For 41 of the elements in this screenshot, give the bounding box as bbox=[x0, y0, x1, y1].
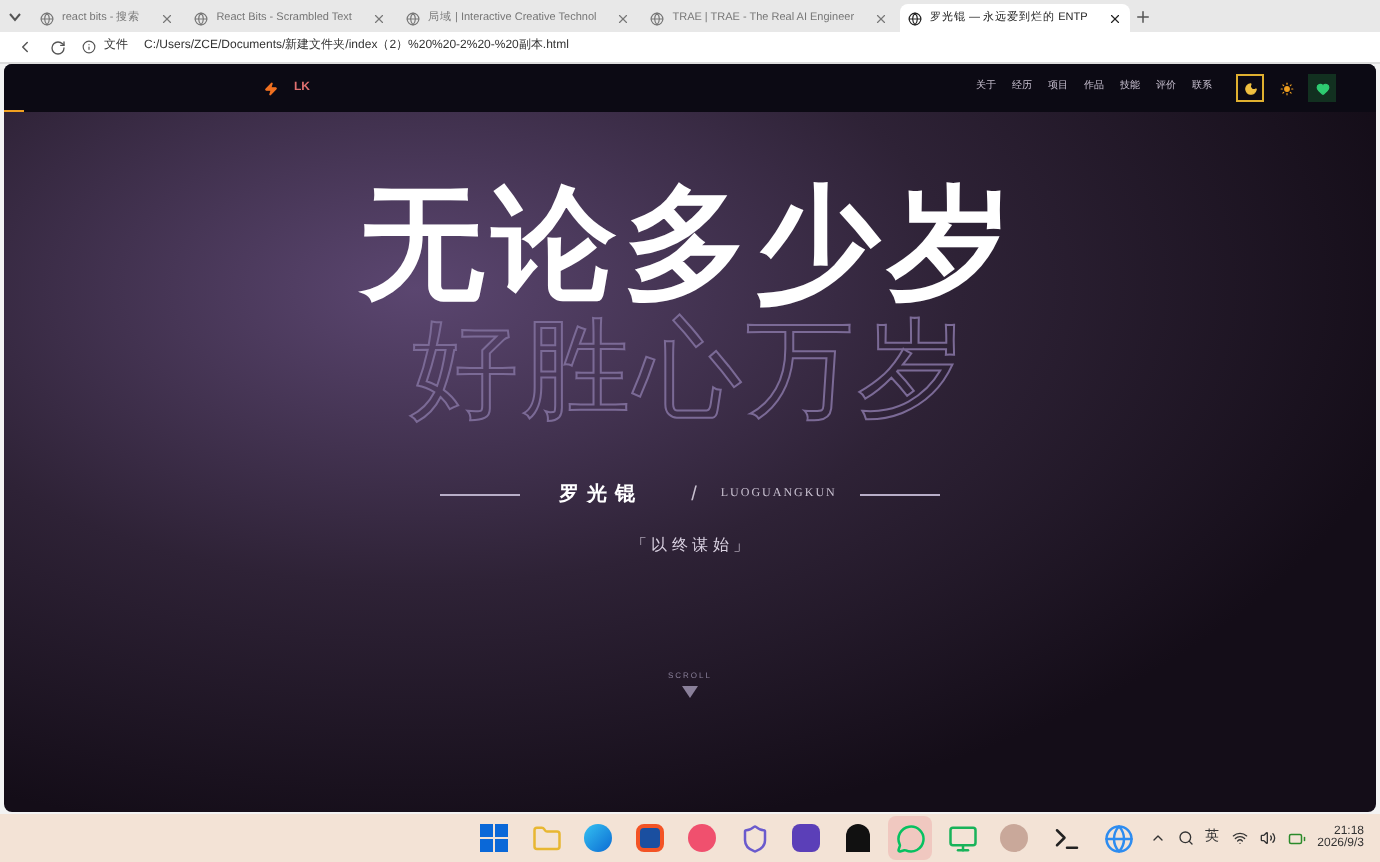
battery-icon[interactable] bbox=[1287, 829, 1306, 847]
hero-subtitle: 好胜心万岁 bbox=[410, 316, 970, 424]
windows-logo-icon bbox=[480, 824, 508, 852]
volume-icon[interactable] bbox=[1259, 830, 1276, 846]
close-icon[interactable] bbox=[1107, 11, 1122, 25]
penguin-icon bbox=[846, 824, 870, 852]
terminal-icon bbox=[1051, 823, 1081, 853]
favicon-icon bbox=[908, 11, 923, 25]
down-arrow-icon[interactable] bbox=[682, 686, 698, 698]
app-icon bbox=[688, 824, 716, 852]
avatar-icon bbox=[1000, 824, 1028, 852]
store-icon bbox=[636, 824, 664, 852]
folder-icon bbox=[531, 823, 561, 853]
info-icon[interactable] bbox=[82, 40, 96, 54]
theme-toggle[interactable] bbox=[1236, 74, 1264, 102]
shield-icon bbox=[739, 823, 769, 853]
new-tab-icon[interactable] bbox=[1133, 8, 1152, 26]
heart-icon bbox=[1315, 81, 1329, 95]
favicon-icon bbox=[650, 11, 665, 25]
favicon-icon bbox=[194, 11, 209, 25]
favicon-icon bbox=[40, 11, 54, 25]
hero-title: 无论多少岁 bbox=[360, 184, 1020, 308]
motto: 「 以 终 谋 始 」 bbox=[630, 534, 750, 558]
favicon-icon bbox=[405, 11, 420, 25]
back-icon[interactable] bbox=[16, 38, 34, 56]
chat-icon bbox=[895, 823, 925, 853]
moon-icon bbox=[1243, 81, 1257, 95]
sun-icon bbox=[1279, 81, 1293, 95]
tray-overflow-icon[interactable] bbox=[1149, 830, 1166, 846]
wifi-icon[interactable] bbox=[1231, 830, 1248, 846]
browser-icon bbox=[584, 824, 612, 852]
reload-icon[interactable] bbox=[50, 39, 66, 55]
bolt-icon bbox=[264, 81, 278, 95]
author-name: 罗光锟 bbox=[559, 481, 644, 510]
monitor-icon bbox=[947, 823, 977, 853]
caret-icon[interactable] bbox=[8, 12, 22, 22]
theme-toggle[interactable] bbox=[1308, 74, 1336, 102]
tray-app-icon[interactable] bbox=[1177, 830, 1194, 846]
slash: / bbox=[691, 482, 697, 510]
app-icon bbox=[792, 824, 820, 852]
globe-icon bbox=[1103, 823, 1133, 853]
